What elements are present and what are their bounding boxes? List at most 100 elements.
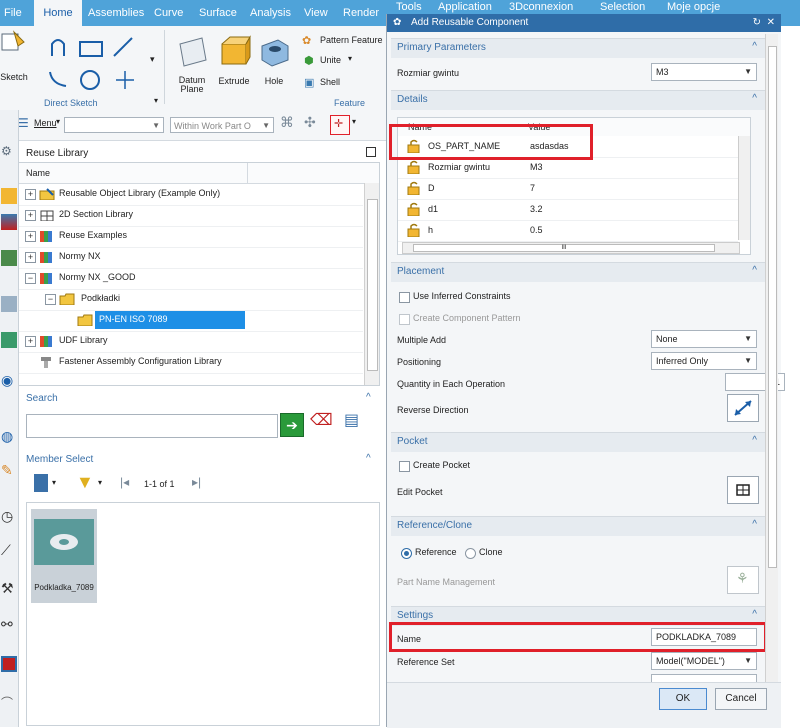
tree-row-normy-nx[interactable]: + Normy NX bbox=[19, 247, 363, 269]
gear-icon[interactable]: ⚙ bbox=[1, 144, 17, 160]
scroll-thumb[interactable]: III bbox=[413, 244, 715, 252]
menu-button[interactable]: Menu bbox=[34, 118, 57, 128]
layer-option-dropdown[interactable] bbox=[651, 674, 757, 682]
tab-render[interactable]: Render bbox=[339, 0, 383, 26]
sketch-button[interactable] bbox=[0, 30, 28, 70]
shell-button[interactable]: ▣ Shell bbox=[302, 76, 362, 90]
scroll-thumb[interactable] bbox=[367, 199, 378, 371]
snap-icon[interactable]: ⌘ bbox=[280, 114, 294, 131]
tab-home[interactable]: Home bbox=[34, 0, 82, 26]
search-options-button[interactable]: ▤ bbox=[344, 410, 370, 436]
details-hscrollbar[interactable]: III bbox=[402, 242, 740, 254]
hd3d-icon[interactable]: ◉ bbox=[1, 372, 17, 388]
tab-surface[interactable]: Surface bbox=[195, 0, 241, 26]
edit-pocket-button[interactable] bbox=[727, 476, 759, 504]
system-materials-icon[interactable]: ⟋ bbox=[1, 542, 17, 558]
part-name-management-button[interactable]: ⚘ bbox=[727, 566, 759, 594]
search-go-button[interactable]: ➔ bbox=[280, 413, 304, 437]
tree-row-udf-library[interactable]: + UDF Library bbox=[19, 331, 363, 353]
search-input[interactable] bbox=[26, 414, 278, 438]
tree-row-podkladki[interactable]: − Podkładki bbox=[19, 289, 363, 311]
tree-row-2d-section-library[interactable]: + 2D Section Library bbox=[19, 205, 363, 227]
pencil-icon[interactable]: ✎ bbox=[1, 462, 17, 478]
reset-icon[interactable]: ↻ bbox=[753, 14, 761, 32]
filter-funnel-icon[interactable]: ▼ bbox=[76, 472, 94, 493]
manufacturing-wizards-icon[interactable]: ⚯ bbox=[1, 616, 17, 632]
tree-row-pn-en-iso-7089[interactable]: PN-EN ISO 7089 bbox=[19, 310, 363, 332]
rozmiar-dropdown[interactable]: M3 ▼ bbox=[651, 63, 757, 81]
reference-radio[interactable] bbox=[401, 548, 412, 559]
assembly-navigator-icon[interactable] bbox=[1, 214, 17, 230]
placement-header[interactable]: Placement ^ bbox=[391, 262, 765, 282]
maximize-icon[interactable] bbox=[366, 147, 376, 157]
system-scenes-icon[interactable]: ⌒ bbox=[1, 694, 17, 710]
chevron-down-icon[interactable]: ▾ bbox=[154, 96, 158, 105]
roles-palette-icon[interactable] bbox=[1, 656, 17, 672]
details-header[interactable]: Details ^ bbox=[391, 90, 765, 110]
reference-set-dropdown[interactable]: Model("MODEL") ▼ bbox=[651, 652, 757, 670]
chevron-down-icon[interactable]: ▾ bbox=[352, 117, 356, 126]
param-value[interactable]: M3 bbox=[530, 162, 543, 172]
tree-row-reuse-examples[interactable]: + Reuse Examples bbox=[19, 226, 363, 248]
tab-view[interactable]: View bbox=[300, 0, 332, 26]
tree-row-fastener-assembly[interactable]: Fastener Assembly Configuration Library bbox=[19, 352, 363, 374]
reuse-library-icon[interactable] bbox=[1, 332, 17, 348]
create-pattern-checkbox[interactable] bbox=[399, 314, 410, 325]
datum-plane-button[interactable] bbox=[176, 34, 210, 68]
param-value[interactable]: 0.5 bbox=[530, 225, 543, 235]
tab-assemblies[interactable]: Assemblies bbox=[84, 0, 148, 26]
expand-icon[interactable]: + bbox=[25, 189, 36, 200]
part-navigator-icon[interactable] bbox=[1, 188, 17, 204]
extrude-button[interactable] bbox=[218, 34, 252, 68]
details-row[interactable]: Rozmiar gwintu M3 bbox=[398, 157, 738, 179]
tab-curve[interactable]: Curve bbox=[150, 0, 187, 26]
constraint-navigator-icon[interactable] bbox=[1, 250, 17, 266]
first-page-icon[interactable]: |◂ bbox=[120, 475, 129, 489]
clear-search-button[interactable]: ⌫ bbox=[310, 410, 336, 436]
collapse-icon[interactable]: − bbox=[25, 273, 36, 284]
chevron-down-icon[interactable]: ▾ bbox=[98, 478, 102, 487]
chevron-up-icon[interactable]: ^ bbox=[366, 392, 371, 403]
primary-parameters-header[interactable]: Primary Parameters ^ bbox=[391, 38, 765, 58]
pattern-feature-button[interactable]: ✿ Pattern Feature bbox=[302, 34, 386, 48]
tree-row-normy-nx-good[interactable]: − Normy NX _GOOD bbox=[19, 268, 363, 290]
scope-dropdown[interactable]: Within Work Part O ▼ bbox=[170, 117, 274, 133]
filter-icon[interactable]: ✣ bbox=[304, 114, 316, 131]
tree-scrollbar[interactable] bbox=[364, 183, 379, 385]
expand-icon[interactable]: + bbox=[25, 336, 36, 347]
cancel-button[interactable]: Cancel bbox=[715, 688, 767, 710]
column-divider[interactable] bbox=[247, 163, 248, 183]
create-pocket-checkbox[interactable] bbox=[399, 461, 410, 472]
details-row[interactable]: d1 3.2 bbox=[398, 199, 738, 221]
details-row[interactable]: h 0.5 bbox=[398, 220, 738, 242]
details-row[interactable]: D 7 bbox=[398, 178, 738, 200]
collapse-icon[interactable]: − bbox=[45, 294, 56, 305]
tab-analysis[interactable]: Analysis bbox=[246, 0, 295, 26]
use-inferred-checkbox[interactable] bbox=[399, 292, 410, 303]
tree-row-reusable-object-library[interactable]: + Reusable Object Library (Example Only) bbox=[19, 184, 363, 206]
unite-button[interactable]: ⬢ Unite ▾ bbox=[302, 54, 362, 68]
param-value[interactable]: 3.2 bbox=[530, 204, 543, 214]
positioning-dropdown[interactable]: Inferred Only ▼ bbox=[651, 352, 757, 370]
selection-intent-button[interactable]: ✛ bbox=[330, 115, 350, 135]
close-icon[interactable]: ✕ bbox=[767, 14, 775, 32]
clone-radio[interactable] bbox=[465, 548, 476, 559]
reference-clone-header[interactable]: Reference/Clone ^ bbox=[391, 516, 765, 536]
history-icon[interactable]: ◷ bbox=[1, 508, 17, 524]
chevron-up-icon[interactable]: ^ bbox=[366, 453, 371, 464]
multiple-add-dropdown[interactable]: None ▼ bbox=[651, 330, 757, 348]
tab-file[interactable]: File bbox=[0, 0, 34, 26]
reverse-direction-button[interactable] bbox=[727, 394, 759, 422]
expand-icon[interactable]: + bbox=[25, 210, 36, 221]
expand-icon[interactable]: + bbox=[25, 231, 36, 242]
type-filter-dropdown[interactable]: ▼ bbox=[64, 117, 164, 133]
scroll-thumb[interactable] bbox=[768, 46, 777, 568]
expand-icon[interactable]: + bbox=[25, 252, 36, 263]
next-page-icon[interactable]: ▸| bbox=[192, 475, 201, 489]
chevron-down-icon[interactable]: ▾ bbox=[56, 117, 60, 126]
view-mode-icon[interactable] bbox=[34, 474, 48, 492]
chevron-down-icon[interactable]: ▾ bbox=[150, 54, 155, 65]
roles-icon[interactable] bbox=[1, 296, 17, 312]
details-vscrollbar[interactable] bbox=[738, 136, 750, 240]
column-header-name[interactable]: Name bbox=[26, 168, 50, 178]
